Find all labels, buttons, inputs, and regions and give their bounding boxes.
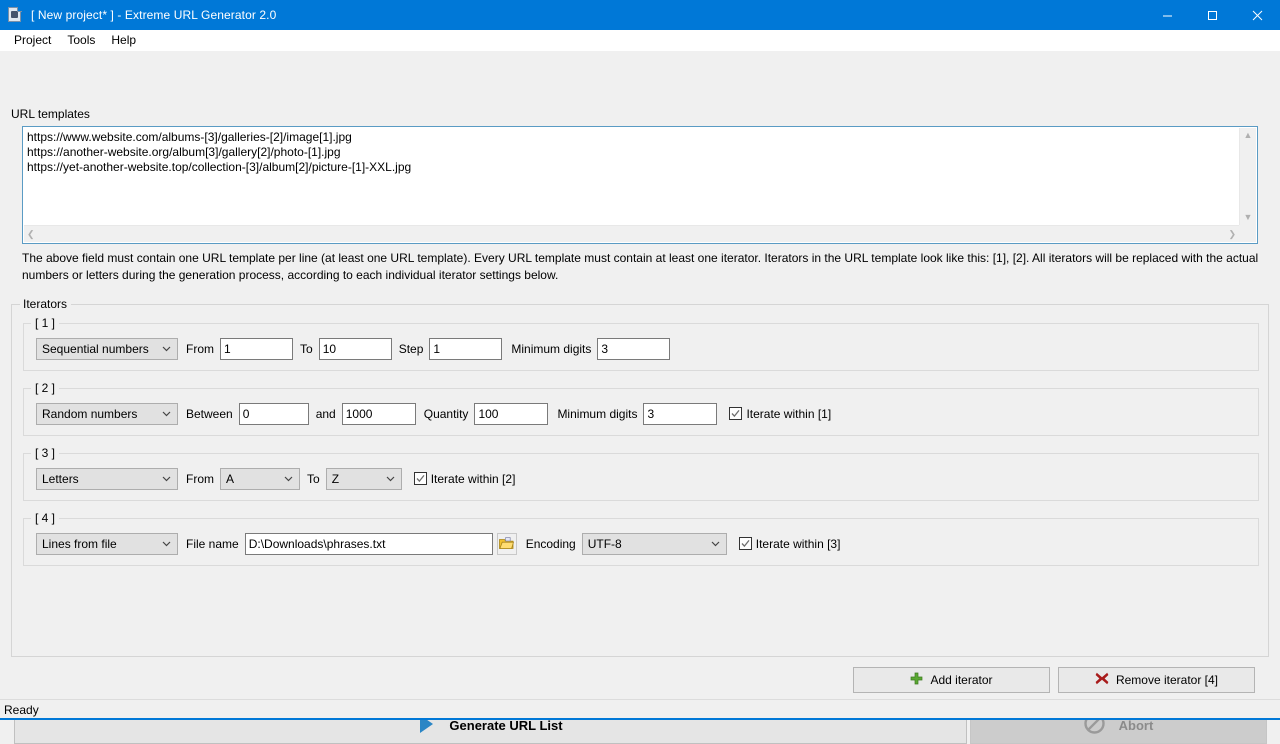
browse-file-button[interactable] <box>497 533 517 555</box>
scroll-left-icon[interactable]: ❮ <box>24 227 38 242</box>
chevron-down-icon <box>162 411 171 417</box>
iterator-3-to-value: Z <box>332 472 339 486</box>
add-iterator-button[interactable]: Add iterator <box>853 667 1050 693</box>
menu-item-help[interactable]: Help <box>103 31 144 50</box>
iterator-3-from-value: A <box>226 472 234 486</box>
iterator-4-type-select[interactable]: Lines from file <box>36 533 178 555</box>
iterator-1-mindigits-input[interactable]: 3 <box>597 338 670 360</box>
url-templates-vscrollbar[interactable]: ▲ ▼ <box>1239 128 1256 225</box>
iterator-1-mindigits-label: Minimum digits <box>511 342 591 356</box>
iterator-2-quantity-label: Quantity <box>424 407 469 421</box>
iterator-1-from-label: From <box>186 342 214 356</box>
scroll-right-icon[interactable]: ❯ <box>1225 227 1239 242</box>
iterator-2-iterate-within-label: Iterate within [1] <box>746 407 831 421</box>
iterator-1-to-label: To <box>300 342 313 356</box>
iterator-2-label: [ 2 ] <box>31 381 59 395</box>
app-icon-corner <box>17 7 22 12</box>
checkbox-box <box>729 407 742 420</box>
iterator-1-type-value: Sequential numbers <box>42 342 149 356</box>
remove-iterator-button[interactable]: Remove iterator [4] <box>1058 667 1255 693</box>
app-icon-glyph <box>11 11 18 18</box>
chevron-down-icon <box>162 476 171 482</box>
iterator-3-to-label: To <box>307 472 320 486</box>
chevron-down-icon <box>386 476 395 482</box>
iterator-3-type-value: Letters <box>42 472 79 486</box>
iterator-3: [ 3 ] Letters From A To Z <box>23 453 1259 501</box>
cross-icon <box>1095 672 1109 688</box>
remove-iterator-label: Remove iterator [4] <box>1116 673 1218 687</box>
chevron-down-icon <box>711 541 720 547</box>
statusbar: Ready <box>0 699 1280 720</box>
chevron-down-icon <box>284 476 293 482</box>
url-templates-input[interactable]: https://www.website.com/albums-[3]/galle… <box>22 126 1258 244</box>
iterator-2-mindigits-label: Minimum digits <box>557 407 637 421</box>
menubar: Project Tools Help <box>0 30 1280 51</box>
iterator-2-mindigits-input[interactable]: 3 <box>643 403 717 425</box>
scrollbar-corner <box>1239 225 1256 242</box>
chevron-down-icon <box>162 346 171 352</box>
iterators-group: Iterators [ 1 ] Sequential numbers From … <box>11 304 1269 657</box>
iterator-4-type-value: Lines from file <box>42 537 117 551</box>
iterator-1: [ 1 ] Sequential numbers From 1 To 10 St… <box>23 323 1259 371</box>
iterator-4-encoding-select[interactable]: UTF-8 <box>582 533 727 555</box>
iterator-3-row: Letters From A To Z <box>36 467 1248 490</box>
add-iterator-label: Add iterator <box>930 673 992 687</box>
iterator-2-type-select[interactable]: Random numbers <box>36 403 178 425</box>
chevron-down-icon <box>162 541 171 547</box>
statusbar-text: Ready <box>4 703 39 717</box>
iterator-3-type-select[interactable]: Letters <box>36 468 178 490</box>
iterator-2-and-label: and <box>316 407 336 421</box>
menu-item-project[interactable]: Project <box>6 31 59 50</box>
iterator-2-and-input[interactable]: 1000 <box>342 403 416 425</box>
iterator-1-from-input[interactable]: 1 <box>220 338 293 360</box>
iterator-2-quantity-input[interactable]: 100 <box>474 403 548 425</box>
app-icon <box>7 7 23 23</box>
iterator-3-from-select[interactable]: A <box>220 468 300 490</box>
checkbox-box <box>739 537 752 550</box>
iterator-4-label: [ 4 ] <box>31 511 59 525</box>
iterator-4-encoding-value: UTF-8 <box>588 537 622 551</box>
window-title: [ New project* ] - Extreme URL Generator… <box>31 8 276 22</box>
iterator-2-between-input[interactable]: 0 <box>239 403 309 425</box>
iterator-4-iterate-within-checkbox[interactable]: Iterate within [3] <box>739 537 841 551</box>
scroll-down-icon[interactable]: ▼ <box>1241 210 1256 225</box>
iterators-group-label: Iterators <box>20 297 71 311</box>
client-area: URL templates https://www.website.com/al… <box>0 51 1280 718</box>
iterator-3-to-select[interactable]: Z <box>326 468 402 490</box>
iterator-2: [ 2 ] Random numbers Between 0 and 1000 … <box>23 388 1259 436</box>
url-templates-label: URL templates <box>11 107 90 121</box>
plus-icon <box>910 672 923 688</box>
iterator-4-row: Lines from file File name D:\Downloads\p… <box>36 532 1248 555</box>
iterator-3-from-label: From <box>186 472 214 486</box>
menu-item-tools[interactable]: Tools <box>59 31 103 50</box>
close-button[interactable] <box>1235 0 1280 30</box>
iterator-1-label: [ 1 ] <box>31 316 59 330</box>
iterator-4: [ 4 ] Lines from file File name D:\Downl… <box>23 518 1259 566</box>
iterator-3-iterate-within-label: Iterate within [2] <box>431 472 516 486</box>
iterator-4-filename-label: File name <box>186 537 239 551</box>
iterator-3-iterate-within-checkbox[interactable]: Iterate within [2] <box>414 472 516 486</box>
iterator-4-filename-input[interactable]: D:\Downloads\phrases.txt <box>245 533 493 555</box>
iterator-3-label: [ 3 ] <box>31 446 59 460</box>
maximize-button[interactable] <box>1190 0 1235 30</box>
minimize-button[interactable] <box>1145 0 1190 30</box>
iterator-1-step-input[interactable]: 1 <box>429 338 502 360</box>
iterator-1-row: Sequential numbers From 1 To 10 Step 1 M… <box>36 337 1248 360</box>
iterator-2-iterate-within-checkbox[interactable]: Iterate within [1] <box>729 407 831 421</box>
iterator-2-between-label: Between <box>186 407 233 421</box>
folder-open-icon <box>499 537 514 550</box>
iterator-2-type-value: Random numbers <box>42 407 137 421</box>
url-templates-description: The above field must contain one URL tem… <box>22 250 1260 284</box>
window-controls <box>1145 0 1280 30</box>
iterator-1-to-input[interactable]: 10 <box>319 338 392 360</box>
url-templates-hscrollbar[interactable]: ❮ ❯ <box>24 225 1239 242</box>
iterator-4-iterate-within-label: Iterate within [3] <box>756 537 841 551</box>
iterator-4-encoding-label: Encoding <box>526 537 576 551</box>
scroll-up-icon[interactable]: ▲ <box>1241 128 1256 143</box>
checkbox-box <box>414 472 427 485</box>
iterator-2-row: Random numbers Between 0 and 1000 Quanti… <box>36 402 1248 425</box>
iterator-1-step-label: Step <box>399 342 424 356</box>
iterator-1-type-select[interactable]: Sequential numbers <box>36 338 178 360</box>
window-titlebar: [ New project* ] - Extreme URL Generator… <box>0 0 1280 30</box>
